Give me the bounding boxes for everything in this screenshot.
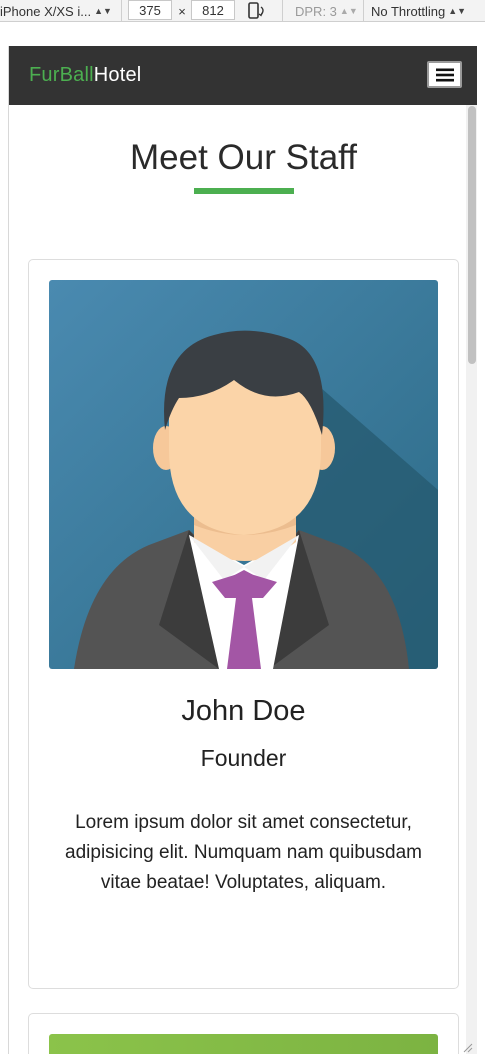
devtools-device-toolbar: iPhone X/XS i... ▲▼ 375 × 812 DPR: 3 ▲▼ … (0, 0, 485, 22)
staff-bio: Lorem ipsum dolor sit amet consectetur, … (65, 812, 422, 893)
dpr-select[interactable]: DPR: 3 ▲▼ (295, 0, 358, 22)
brand-part-furball: FurBall (29, 64, 94, 86)
toolbar-divider (121, 0, 122, 22)
viewport-height-input[interactable]: 812 (191, 0, 235, 20)
staff-name: John Doe (181, 695, 306, 727)
title-underline (194, 188, 294, 194)
staff-card: John Doe Founder Lorem ipsum dolor sit a… (28, 259, 459, 989)
device-select[interactable]: iPhone X/XS i... ▲▼ (0, 0, 118, 22)
chevron-updown-icon: ▲▼ (448, 6, 467, 16)
device-viewport: FurBallHotel Meet Our Staff John Doe Fou… (8, 46, 477, 1054)
device-select-label: iPhone X/XS i... (0, 3, 92, 19)
page-title: Meet Our Staff (130, 138, 357, 177)
throttling-select[interactable]: No Throttling ▲▼ (371, 0, 483, 22)
brand-logo[interactable]: FurBallHotel (29, 64, 141, 87)
staff-role: Founder (200, 745, 287, 771)
dimension-times: × (178, 3, 186, 19)
toolbar-divider (282, 0, 283, 22)
brand-part-hotel: Hotel (93, 64, 142, 86)
toolbar-divider (363, 0, 364, 22)
hamburger-icon (435, 67, 455, 83)
throttling-label: No Throttling (371, 3, 446, 19)
staff-photo (49, 1034, 438, 1054)
rotate-icon[interactable] (247, 0, 269, 22)
businessman-avatar-icon (49, 280, 438, 669)
resize-grip-icon[interactable] (463, 1040, 473, 1053)
navbar: FurBallHotel (9, 46, 477, 105)
chevron-updown-icon: ▲▼ (339, 6, 358, 16)
staff-card (28, 1013, 459, 1054)
navbar-toggle-button[interactable] (427, 61, 462, 88)
viewport-width-input[interactable]: 375 (128, 0, 172, 20)
dpr-label: DPR: 3 (295, 3, 337, 19)
chevron-updown-icon: ▲▼ (94, 6, 112, 16)
